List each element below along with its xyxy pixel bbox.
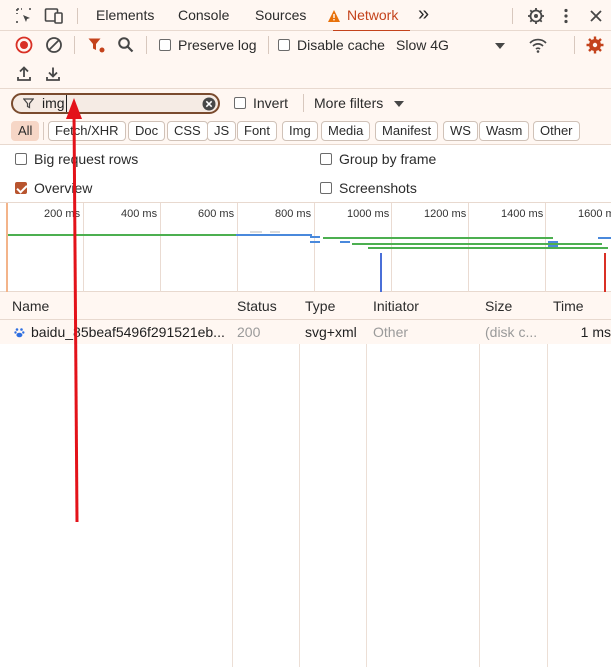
request-status: 200	[237, 324, 261, 340]
group-by-frame-label[interactable]: Group by frame	[339, 151, 436, 167]
preserve-log-label[interactable]: Preserve log	[178, 37, 257, 53]
dropdown-arrow-icon[interactable]	[392, 94, 406, 114]
network-settings-gear-icon[interactable]	[585, 35, 605, 55]
kebab-menu-icon[interactable]	[556, 6, 576, 26]
device-toolbar-icon[interactable]	[44, 6, 64, 26]
filter-chip-img[interactable]: Img	[282, 121, 318, 141]
filter-chip-media[interactable]: Media	[321, 121, 371, 141]
screenshots-label[interactable]: Screenshots	[339, 180, 417, 196]
invert-checkbox[interactable]	[234, 97, 246, 109]
timeline-waterfall-bars	[8, 231, 611, 292]
throttling-select[interactable]: Slow 4G	[396, 37, 449, 53]
request-type: svg+xml	[305, 324, 357, 340]
column-divider	[479, 292, 480, 667]
import-har-icon[interactable]	[14, 64, 34, 84]
column-divider	[366, 292, 367, 667]
tab-console[interactable]: Console	[176, 0, 231, 31]
network-options: Big request rows Group by frame Overview…	[0, 145, 611, 203]
request-table: Name Status Type Initiator Size Time bai…	[0, 292, 611, 667]
filter-chip-all[interactable]: All	[11, 121, 40, 141]
search-icon[interactable]	[116, 35, 136, 55]
tab-network[interactable]: Network	[332, 0, 411, 32]
dropdown-arrow-icon[interactable]	[493, 36, 507, 56]
more-filters-button[interactable]: More filters	[314, 95, 383, 111]
filter-active-icon[interactable]	[86, 35, 106, 55]
big-request-rows-checkbox[interactable]	[15, 153, 27, 165]
disable-cache-label[interactable]: Disable cache	[297, 37, 385, 53]
table-header: Name Status Type Initiator Size Time	[0, 292, 611, 320]
settings-gear-icon[interactable]	[526, 6, 546, 26]
column-divider	[547, 292, 548, 667]
resource-type-filters: All Fetch/XHR Doc CSS JS Font Img Media …	[0, 117, 611, 145]
inspect-element-icon[interactable]	[14, 6, 34, 26]
baidu-paw-icon	[12, 325, 26, 339]
column-header-status[interactable]: Status	[237, 298, 277, 314]
toolbar-divider	[268, 36, 269, 54]
filter-input-value[interactable]: img	[42, 95, 67, 112]
invert-label[interactable]: Invert	[253, 95, 288, 111]
toolbar-divider	[574, 36, 575, 54]
column-header-name[interactable]: Name	[12, 298, 49, 314]
record-stop-icon[interactable]	[14, 35, 34, 55]
filter-chip-css[interactable]: CSS	[167, 121, 208, 141]
filter-chip-js[interactable]: JS	[207, 121, 237, 141]
tab-divider	[77, 8, 78, 24]
column-header-size[interactable]: Size	[485, 298, 512, 314]
filter-chip-manifest[interactable]: Manifest	[375, 121, 439, 141]
network-toolbar: Preserve log Disable cache Slow 4G	[0, 31, 611, 60]
devtools-tabbar: Elements Console Sources Network »	[0, 0, 611, 32]
filter-chip-ws[interactable]: WS	[443, 121, 478, 141]
column-divider	[299, 292, 300, 667]
group-by-frame-checkbox[interactable]	[320, 153, 332, 165]
column-divider	[232, 292, 233, 667]
filter-chip-wasm[interactable]: Wasm	[479, 121, 530, 141]
warning-icon	[326, 6, 342, 26]
column-header-type[interactable]: Type	[305, 298, 335, 314]
filter-chip-other[interactable]: Other	[533, 121, 580, 141]
tab-divider	[512, 8, 513, 24]
more-tabs-button[interactable]: »	[416, 0, 431, 31]
screenshots-checkbox[interactable]	[320, 182, 332, 194]
network-overview-timeline[interactable]: 200 ms 400 ms 600 ms 800 ms 1000 ms 1200…	[0, 203, 611, 292]
tab-elements[interactable]: Elements	[94, 0, 156, 31]
clear-filter-icon[interactable]	[201, 96, 216, 111]
export-har-icon[interactable]	[43, 64, 63, 84]
request-name[interactable]: baidu_85beaf5496f291521eb...	[31, 324, 229, 340]
table-row[interactable]: baidu_85beaf5496f291521eb... 200 svg+xml…	[0, 320, 611, 344]
column-header-time[interactable]: Time	[553, 298, 584, 314]
preserve-log-checkbox[interactable]	[159, 39, 171, 51]
filter-chip-doc[interactable]: Doc	[128, 121, 166, 141]
filter-funnel-icon	[21, 95, 35, 112]
request-initiator: Other	[373, 324, 409, 340]
big-request-rows-label[interactable]: Big request rows	[34, 151, 138, 167]
disable-cache-checkbox[interactable]	[278, 39, 290, 51]
filter-chip-font[interactable]: Font	[237, 121, 278, 141]
request-size: (disk c...	[485, 324, 538, 340]
request-time: 1 ms	[580, 324, 611, 340]
close-icon[interactable]	[586, 6, 606, 26]
filter-chip-fetch-xhr[interactable]: Fetch/XHR	[48, 121, 126, 141]
toolbar-divider	[43, 122, 44, 140]
overview-checkbox[interactable]	[15, 182, 27, 194]
network-conditions-icon[interactable]	[528, 35, 548, 55]
toolbar-divider	[74, 36, 75, 54]
overview-label[interactable]: Overview	[34, 180, 92, 196]
toolbar-divider	[303, 94, 304, 112]
column-header-initiator[interactable]: Initiator	[373, 298, 419, 314]
filter-input[interactable]: img	[11, 93, 220, 114]
clear-icon[interactable]	[44, 35, 64, 55]
import-export-toolbar	[0, 60, 611, 89]
tab-sources[interactable]: Sources	[253, 0, 308, 31]
toolbar-divider	[146, 36, 147, 54]
